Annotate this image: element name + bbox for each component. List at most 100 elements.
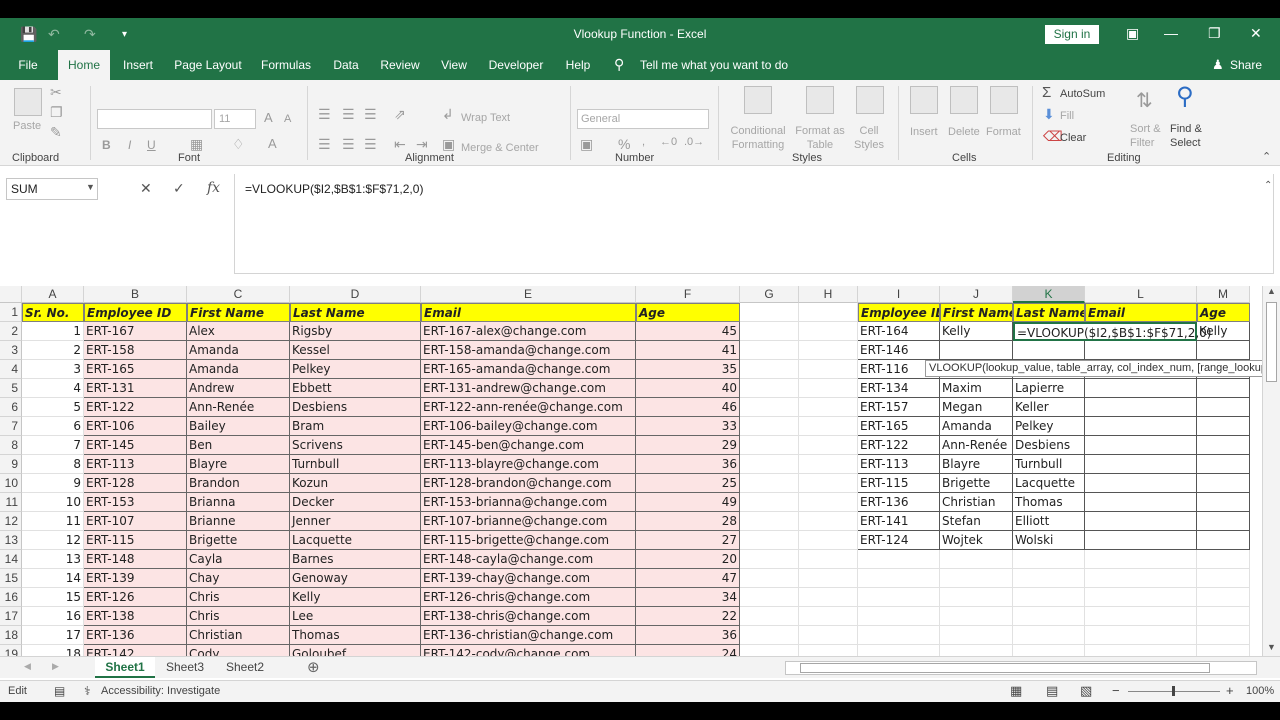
lookup-table-cell[interactable]: Wojtek (940, 531, 1013, 550)
percent-style-icon[interactable]: % (618, 136, 630, 152)
empty-cell[interactable] (740, 322, 799, 341)
active-cell-k2[interactable]: =VLOOKUP($I2,$B$1:$F$71,2,0) (1013, 322, 1211, 341)
main-table-cell[interactable]: 18 (22, 645, 84, 656)
row-header[interactable]: 5 (0, 379, 22, 398)
lookup-table-cell[interactable]: ERT-134 (858, 379, 940, 398)
lookup-table-cell[interactable]: Thomas (1013, 493, 1085, 512)
main-table-cell[interactable]: ERT-139 (84, 569, 187, 588)
decrease-font-icon[interactable]: A (284, 113, 291, 125)
main-table-cell[interactable]: Bram (290, 417, 421, 436)
scroll-down-icon[interactable]: ▼ (1267, 642, 1276, 652)
number-format-box[interactable]: General (577, 109, 709, 129)
tab-home[interactable]: Home (58, 50, 110, 80)
enter-check-icon[interactable]: ✓ (173, 180, 185, 197)
row-header[interactable]: 3 (0, 341, 22, 360)
lookup-table-cell[interactable]: Turnbull (1013, 455, 1085, 474)
orientation-icon[interactable]: ⇗ (394, 106, 406, 123)
lookup-table-cell[interactable]: ERT-136 (858, 493, 940, 512)
main-table-cell[interactable]: ERT-145-ben@change.com (421, 436, 636, 455)
select-all-corner[interactable] (0, 286, 22, 303)
row-header[interactable]: 12 (0, 512, 22, 531)
conditional-formatting-icon[interactable] (744, 86, 772, 114)
lookup-table-cell[interactable] (1197, 398, 1250, 417)
main-table-cell[interactable]: ERT-107 (84, 512, 187, 531)
empty-cell[interactable] (740, 360, 799, 379)
format-cells-icon[interactable] (990, 86, 1018, 114)
fill-icon[interactable]: ⬇ (1043, 106, 1055, 123)
main-table-cell[interactable]: ERT-115 (84, 531, 187, 550)
main-table-cell[interactable]: Scrivens (290, 436, 421, 455)
empty-cell[interactable] (1197, 645, 1250, 656)
font-size-box[interactable]: 11 (214, 109, 256, 129)
lookup-table-cell[interactable] (1197, 493, 1250, 512)
main-table-cell[interactable]: ERT-142 (84, 645, 187, 656)
main-table-cell[interactable]: Lee (290, 607, 421, 626)
main-table-cell[interactable]: Jenner (290, 512, 421, 531)
empty-cell[interactable] (799, 322, 858, 341)
row-header[interactable]: 11 (0, 493, 22, 512)
main-table-cell[interactable]: ERT-165 (84, 360, 187, 379)
main-table-cell[interactable]: ERT-167 (84, 322, 187, 341)
lookup-table-cell[interactable]: Megan (940, 398, 1013, 417)
empty-cell[interactable] (1085, 626, 1197, 645)
empty-cell[interactable] (740, 417, 799, 436)
lookup-table-cell[interactable] (1085, 398, 1197, 417)
empty-cell[interactable] (799, 607, 858, 626)
main-table-cell[interactable]: 47 (636, 569, 740, 588)
empty-cell[interactable] (740, 569, 799, 588)
empty-cell[interactable] (799, 550, 858, 569)
main-table-cell[interactable]: Genoway (290, 569, 421, 588)
main-table-cell[interactable]: 12 (22, 531, 84, 550)
main-table-cell[interactable]: ERT-126 (84, 588, 187, 607)
empty-cell[interactable] (858, 588, 940, 607)
main-table-header-cell[interactable]: Email (421, 303, 636, 322)
column-header-l[interactable]: L (1085, 286, 1197, 303)
macro-recording-icon[interactable]: ▤ (54, 684, 65, 698)
column-header-j[interactable]: J (940, 286, 1013, 303)
empty-cell[interactable] (940, 607, 1013, 626)
tab-view[interactable]: View (434, 50, 474, 80)
empty-cell[interactable] (858, 626, 940, 645)
empty-cell[interactable] (740, 474, 799, 493)
row-header[interactable]: 8 (0, 436, 22, 455)
main-table-cell[interactable]: ERT-153-brianna@change.com (421, 493, 636, 512)
main-table-cell[interactable]: ERT-128 (84, 474, 187, 493)
main-table-cell[interactable]: Cody (187, 645, 290, 656)
lookup-table-cell[interactable] (1085, 379, 1197, 398)
lookup-table-cell[interactable] (1197, 512, 1250, 531)
empty-cell[interactable] (799, 436, 858, 455)
main-table-cell[interactable]: ERT-126-chris@change.com (421, 588, 636, 607)
lookup-table-cell[interactable] (1085, 417, 1197, 436)
lookup-table-cell[interactable] (1197, 474, 1250, 493)
main-table-cell[interactable]: 36 (636, 455, 740, 474)
sign-in-button[interactable]: Sign in (1045, 25, 1099, 44)
row-header[interactable]: 6 (0, 398, 22, 417)
accounting-format-icon[interactable]: ▣ (580, 136, 593, 153)
main-table-cell[interactable]: Decker (290, 493, 421, 512)
main-table-cell[interactable]: ERT-122-ann-renée@change.com (421, 398, 636, 417)
main-table-cell[interactable]: Blayre (187, 455, 290, 474)
ribbon-display-options-icon[interactable]: ▣ (1126, 25, 1139, 42)
normal-view-icon[interactable]: ▦ (1010, 683, 1022, 699)
delete-cells-icon[interactable] (950, 86, 978, 114)
format-painter-icon[interactable]: ✎ (50, 124, 62, 141)
copy-icon[interactable]: ❐ (50, 104, 63, 121)
empty-cell[interactable] (1197, 626, 1250, 645)
empty-cell[interactable] (1197, 607, 1250, 626)
close-icon[interactable]: ✕ (1250, 25, 1262, 42)
lookup-table-cell[interactable]: ERT-113 (858, 455, 940, 474)
empty-cell[interactable] (799, 588, 858, 607)
tab-file[interactable]: File (8, 50, 48, 80)
sort-filter-label[interactable]: Sort & Filter (1130, 122, 1161, 150)
main-table-cell[interactable]: Thomas (290, 626, 421, 645)
empty-cell[interactable] (1197, 569, 1250, 588)
align-right-icon[interactable]: ☰ (364, 136, 377, 153)
main-table-cell[interactable]: 17 (22, 626, 84, 645)
lookup-table-cell[interactable] (1197, 455, 1250, 474)
main-table-header-cell[interactable]: Sr. No. (22, 303, 84, 322)
insert-cells-icon[interactable] (910, 86, 938, 114)
main-table-cell[interactable]: 45 (636, 322, 740, 341)
main-table-cell[interactable]: Brianne (187, 512, 290, 531)
scroll-up-icon[interactable]: ▲ (1267, 286, 1276, 296)
tab-developer[interactable]: Developer (484, 50, 548, 80)
